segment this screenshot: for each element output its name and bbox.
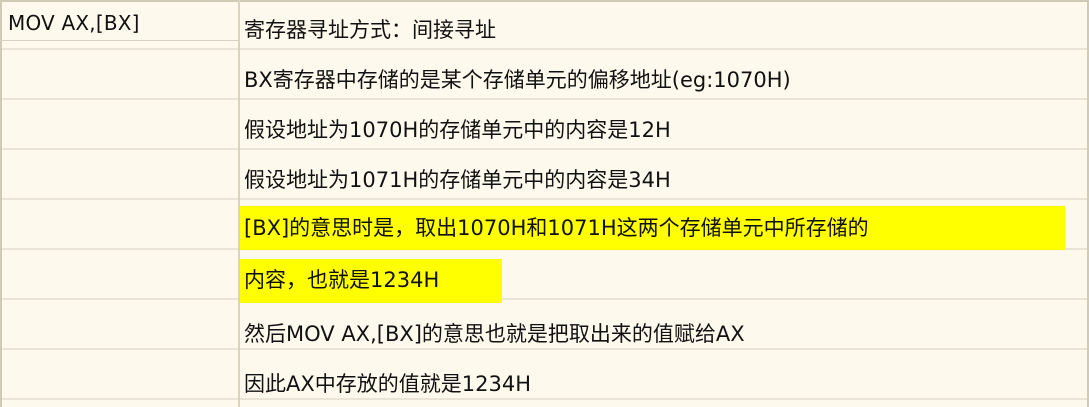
note-line-4: 假设地址为1071H的存储单元中的内容是34H	[240, 164, 1086, 196]
note-line-3: 假设地址为1070H的存储单元中的内容是12H	[240, 114, 1086, 146]
instruction-text: MOV AX,[BX]	[8, 11, 140, 35]
note-text: 假设地址为1070H的存储单元中的内容是12H	[244, 118, 671, 142]
left-border	[0, 0, 2, 407]
note-line-7: 然后MOV AX,[BX]的意思也就是把取出来的值赋给AX	[240, 318, 1086, 350]
note-line-8: 因此AX中存放的值就是1234H	[240, 368, 1086, 400]
note-line-2: BX寄存器中存储的是某个存储单元的偏移地址(eg:1070H)	[240, 64, 1086, 96]
highlighted-note-text: [BX]的意思时是，取出1070H和1071H这两个存储单元中所存储的	[240, 216, 875, 240]
note-text: 然后MOV AX,[BX]的意思也就是把取出来的值赋给AX	[244, 322, 745, 346]
note-text: BX寄存器中存储的是某个存储单元的偏移地址(eg:1070H)	[244, 68, 791, 92]
note-text: 寄存器寻址方式：间接寻址	[244, 18, 496, 42]
note-line-1: 寄存器寻址方式：间接寻址	[240, 14, 1086, 46]
note-line-5-highlighted: [BX]的意思时是，取出1070H和1071H这两个存储单元中所存储的	[240, 212, 1086, 244]
highlighted-note-text: 内容，也就是1234H	[240, 268, 446, 292]
spreadsheet-page: MOV AX,[BX] 寄存器寻址方式：间接寻址 BX寄存器中存储的是某个存储单…	[0, 0, 1089, 407]
note-text: 因此AX中存放的值就是1234H	[244, 372, 531, 396]
note-line-6-highlighted: 内容，也就是1234H	[240, 264, 1086, 296]
notes-cell[interactable]: 寄存器寻址方式：间接寻址 BX寄存器中存储的是某个存储单元的偏移地址(eg:10…	[240, 0, 1086, 407]
instruction-cell[interactable]: MOV AX,[BX]	[0, 2, 238, 41]
note-text: 假设地址为1071H的存储单元中的内容是34H	[244, 168, 671, 192]
